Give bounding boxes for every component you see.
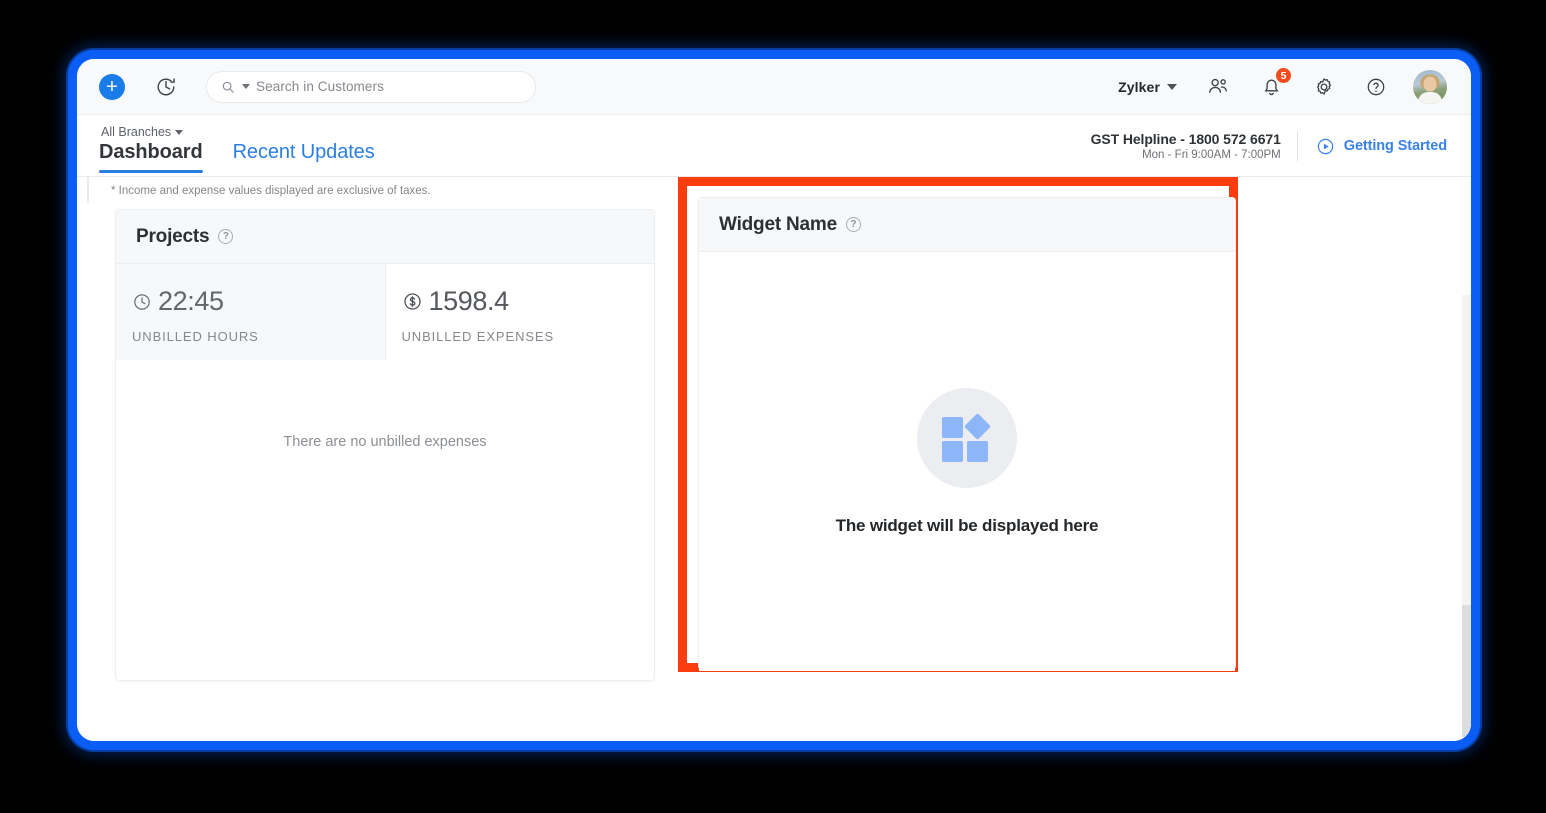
notification-badge: 5 — [1275, 67, 1292, 84]
projects-empty-state-text: There are no unbilled expenses — [283, 434, 486, 450]
avatar-body — [1418, 92, 1442, 104]
getting-started-button[interactable]: Getting Started — [1298, 137, 1447, 156]
gst-helpline-title: GST Helpline - 1800 572 6671 — [1091, 131, 1281, 147]
avatar[interactable] — [1413, 70, 1447, 104]
projects-widget: Projects ? — [115, 209, 655, 681]
topbar-right-group: Zylker — [1118, 70, 1447, 104]
kpi-unbilled-hours-value: 22:45 — [158, 286, 224, 317]
dollar-circle-icon — [402, 291, 423, 312]
projects-kpi-row: 22:45 UNBILLED HOURS — [116, 264, 654, 360]
subheader-left: All Branches Dashboard Recent Updates — [99, 125, 375, 173]
widget-placeholder: The widget will be displayed here — [699, 252, 1235, 671]
search-input[interactable]: Search in Customers — [207, 72, 535, 102]
kpi-unbilled-expenses-value-group: 1598.4 — [402, 286, 655, 317]
kpi-unbilled-expenses-label: UNBILLED EXPENSES — [402, 329, 655, 344]
people-icon[interactable] — [1207, 75, 1230, 98]
plus-circle-icon[interactable]: + — [99, 74, 125, 100]
question-circle-icon[interactable]: ? — [846, 217, 861, 232]
dashboard-body: * Income and expense values displayed ar… — [77, 177, 1471, 741]
app-window: + Search in Customers — [77, 59, 1471, 741]
clock-history-icon[interactable] — [155, 76, 177, 98]
grid-square-top-left — [942, 417, 963, 438]
tab-dashboard-label: Dashboard — [99, 141, 203, 163]
widget-name-widget: Widget Name ? — [698, 197, 1236, 670]
widget-name-header: Widget Name ? — [699, 198, 1235, 252]
widget-grid-icon — [917, 388, 1017, 488]
search-placeholder: Search in Customers — [256, 79, 384, 94]
widget-placeholder-text: The widget will be displayed here — [836, 516, 1099, 536]
grid-diamond-top-right — [964, 413, 991, 440]
vertical-scrollbar-thumb[interactable] — [1462, 605, 1471, 737]
blue-selection-frame: + Search in Customers — [68, 50, 1480, 750]
play-circle-icon — [1316, 137, 1335, 156]
tab-recent-updates-label: Recent Updates — [233, 141, 375, 163]
grid-square-bottom-left — [942, 441, 963, 462]
org-switcher-label: Zylker — [1118, 79, 1160, 95]
org-switcher[interactable]: Zylker — [1118, 79, 1177, 95]
chevron-down-icon — [175, 130, 183, 135]
red-highlight-box: Widget Name ? — [678, 177, 1238, 672]
page-subheader: All Branches Dashboard Recent Updates — [77, 115, 1471, 177]
gst-helpline: GST Helpline - 1800 572 6671 Mon - Fri 9… — [1091, 131, 1298, 161]
grid-square-bottom-right — [967, 441, 988, 462]
page-title: Projects — [136, 226, 209, 248]
question-circle-icon[interactable] — [1365, 76, 1387, 98]
caret-down-icon[interactable] — [242, 84, 250, 89]
getting-started-label: Getting Started — [1344, 138, 1447, 154]
avatar-face — [1424, 77, 1437, 92]
chevron-down-icon — [1167, 84, 1177, 90]
widgets-row: Projects ? — [77, 203, 1471, 681]
global-topbar: + Search in Customers — [77, 59, 1471, 115]
page-tabs: Dashboard Recent Updates — [99, 141, 375, 173]
subheader-right: GST Helpline - 1800 572 6671 Mon - Fri 9… — [1091, 125, 1447, 161]
tab-recent-updates[interactable]: Recent Updates — [233, 141, 375, 173]
gst-helpline-hours: Mon - Fri 9:00AM - 7:00PM — [1091, 149, 1281, 161]
widget-name-title: Widget Name — [719, 214, 837, 236]
tab-dashboard[interactable]: Dashboard — [99, 141, 203, 173]
kpi-unbilled-expenses-value: 1598.4 — [429, 286, 509, 317]
kpi-unbilled-hours[interactable]: 22:45 UNBILLED HOURS — [116, 264, 386, 360]
branch-selector[interactable]: All Branches — [101, 125, 375, 139]
projects-widget-header: Projects ? — [116, 210, 654, 264]
screen-root: + Search in Customers — [0, 0, 1546, 813]
kpi-unbilled-expenses[interactable]: 1598.4 UNBILLED EXPENSES — [386, 264, 655, 360]
kpi-unbilled-hours-value-group: 22:45 — [132, 286, 385, 317]
kpi-unbilled-hours-label: UNBILLED HOURS — [132, 329, 385, 344]
gear-icon[interactable] — [1313, 76, 1335, 98]
question-circle-icon[interactable]: ? — [218, 229, 233, 244]
projects-empty-state: There are no unbilled expenses — [116, 360, 654, 450]
branch-selector-label: All Branches — [101, 125, 171, 139]
clock-icon — [132, 292, 152, 312]
vertical-scrollbar-track[interactable] — [1462, 295, 1471, 741]
widget-grid-shapes — [942, 414, 992, 462]
search-icon — [221, 80, 235, 94]
bell-icon[interactable]: 5 — [1260, 75, 1283, 98]
